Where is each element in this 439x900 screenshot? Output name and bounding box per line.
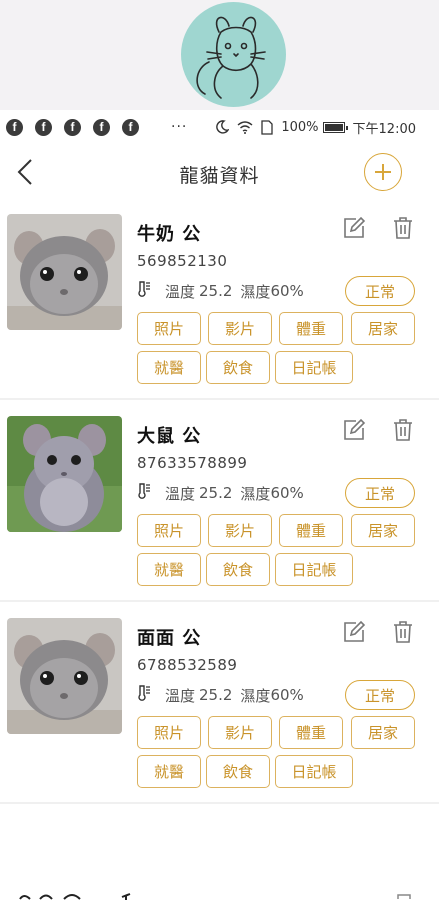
humidity-label: 濕度 [240,686,271,705]
humidity-value: 60% [270,686,304,704]
pet-name: 面面 公 [137,628,202,649]
thermometer-icon [137,280,151,302]
diet-button[interactable]: 飲食 [206,351,270,384]
temp-value: 25.2 [199,686,233,704]
videos-button[interactable]: 影片 [208,716,272,749]
pet-chip-number: 6788532589 [137,656,238,674]
trash-icon [394,419,412,441]
humidity-value: 60% [270,282,304,300]
battery-percentage: 100% [281,119,319,135]
thermometer-icon [137,482,151,504]
weight-button[interactable]: 體重 [279,514,343,547]
top-banner [0,0,439,110]
videos-button[interactable]: 影片 [208,312,272,345]
diet-button[interactable]: 飲食 [206,755,270,788]
sim-icon [261,119,274,135]
weight-button[interactable]: 體重 [279,312,343,345]
edit-pet-button[interactable] [342,418,366,442]
edit-icon [344,418,366,440]
next-card-peek [18,886,418,900]
status-badge[interactable]: 正常 [345,276,415,306]
pet-name: 大鼠 公 [137,426,202,447]
facebook-icon: f [64,118,81,136]
humidity-value: 60% [270,484,304,502]
pet-card: 大鼠 公 87633578899 溫度 25.2 濕度 60% 正常 照片 影片… [0,406,439,602]
environment-readout: 溫度 25.2 濕度 60% [137,482,304,504]
facebook-icon: f [6,118,23,136]
temp-value: 25.2 [199,484,233,502]
temp-label: 溫度 [165,282,196,301]
facebook-icon: f [122,118,139,136]
temp-value: 25.2 [199,282,233,300]
medical-button[interactable]: 就醫 [137,755,201,788]
humidity-label: 濕度 [240,282,271,301]
status-bar: f f f f f ··· 100% 下午12:00 [0,110,439,144]
diary-button[interactable]: 日記帳 [275,755,353,788]
edit-icon [344,620,366,642]
diary-button[interactable]: 日記帳 [275,553,353,586]
home-button[interactable]: 居家 [351,312,415,345]
trash-icon [394,621,412,643]
facebook-icon: f [35,118,52,136]
environment-readout: 溫度 25.2 濕度 60% [137,684,304,706]
battery-icon [322,121,348,133]
pet-card: 面面 公 6788532589 溫度 25.2 濕度 60% 正常 照片 影片 … [0,608,439,804]
pet-card: 牛奶 公 569852130 溫度 25.2 濕度 60% 正常 照片 影片 體… [0,204,439,400]
weight-button[interactable]: 體重 [279,716,343,749]
pet-chip-number: 87633578899 [137,454,248,472]
delete-pet-button[interactable] [392,216,414,240]
diary-button[interactable]: 日記帳 [275,351,353,384]
page-header: 龍貓資料 [0,144,439,202]
more-notifications-indicator: ··· [171,119,188,135]
edit-pet-button[interactable] [342,620,366,644]
plus-icon [375,164,391,180]
edit-icon [344,216,366,238]
photos-button[interactable]: 照片 [137,312,201,345]
photos-button[interactable]: 照片 [137,514,201,547]
home-button[interactable]: 居家 [351,716,415,749]
status-badge[interactable]: 正常 [345,680,415,710]
thermometer-icon [137,684,151,706]
diet-button[interactable]: 飲食 [206,553,270,586]
pet-name: 牛奶 公 [137,224,202,245]
medical-button[interactable]: 就醫 [137,553,201,586]
chinchilla-logo [181,2,286,107]
temp-label: 溫度 [165,484,196,503]
wifi-icon [237,120,253,134]
pet-photo[interactable] [7,416,122,532]
medical-button[interactable]: 就醫 [137,351,201,384]
humidity-label: 濕度 [240,484,271,503]
photos-button[interactable]: 照片 [137,716,201,749]
pet-chip-number: 569852130 [137,252,228,270]
temp-label: 溫度 [165,686,196,705]
trash-icon [394,217,412,239]
moon-icon [215,120,230,134]
chinchilla-logo-icon [196,16,266,99]
pet-photo[interactable] [7,618,122,734]
edit-pet-button[interactable] [342,216,366,240]
add-pet-button[interactable] [364,153,402,191]
home-button[interactable]: 居家 [351,514,415,547]
delete-pet-button[interactable] [392,620,414,644]
delete-pet-button[interactable] [392,418,414,442]
environment-readout: 溫度 25.2 濕度 60% [137,280,304,302]
status-badge[interactable]: 正常 [345,478,415,508]
videos-button[interactable]: 影片 [208,514,272,547]
pet-photo[interactable] [7,214,122,330]
facebook-icon: f [93,118,110,136]
clock: 下午12:00 [352,121,416,137]
